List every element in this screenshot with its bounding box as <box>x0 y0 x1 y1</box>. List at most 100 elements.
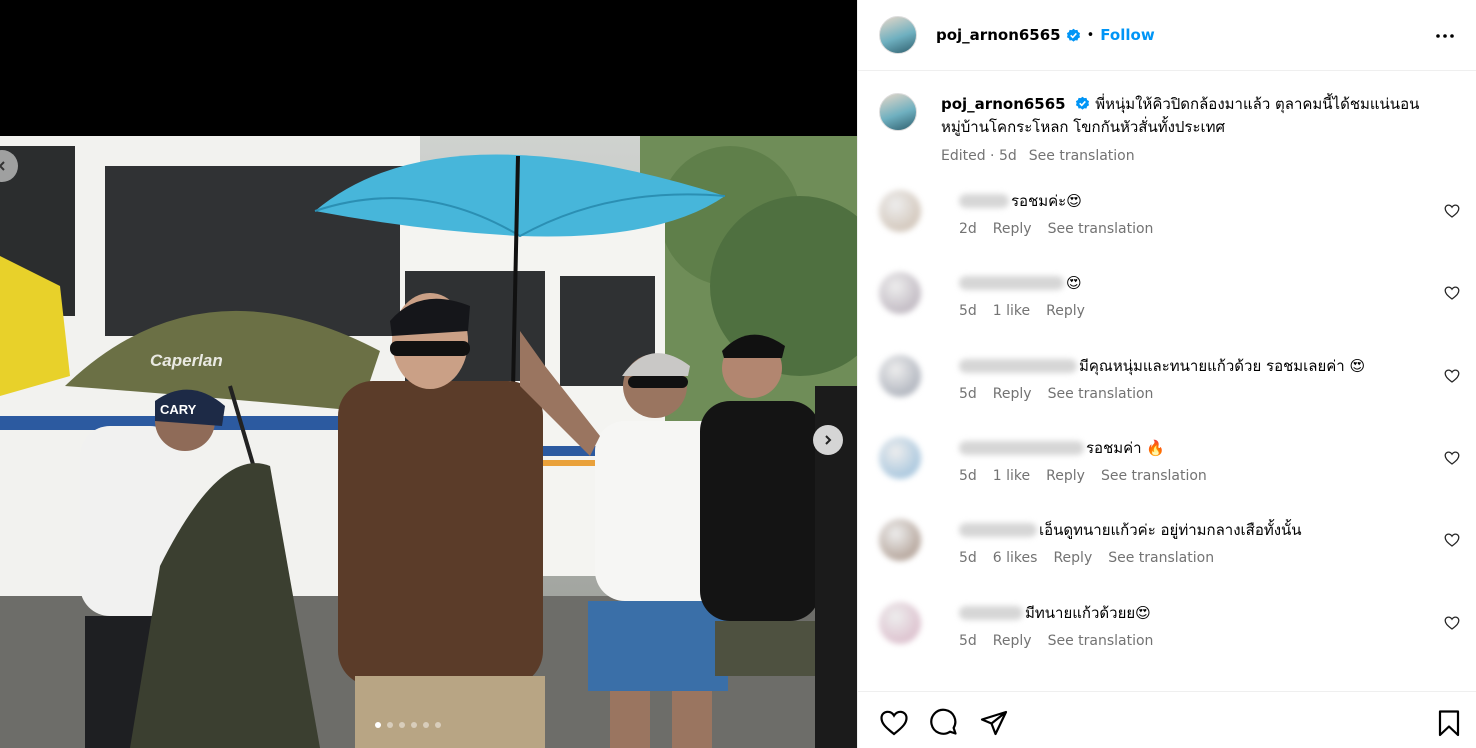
caption-edited-time: Edited · 5d <box>941 148 1017 164</box>
caption-avatar[interactable] <box>879 93 917 131</box>
save-button[interactable] <box>1434 708 1464 738</box>
more-options-icon <box>1436 34 1454 38</box>
comment-line: รอชมค่ะ😍 <box>959 190 1429 212</box>
comment-time: 5d <box>959 468 977 484</box>
commenter-avatar[interactable] <box>879 190 921 232</box>
commenter-username-blurred[interactable] <box>959 606 1023 620</box>
comment-button[interactable] <box>929 708 959 738</box>
commenter-avatar[interactable] <box>879 602 921 644</box>
comment-reply-button[interactable]: Reply <box>993 633 1032 649</box>
comment-time: 5d <box>959 550 977 566</box>
comment-see-translation[interactable]: See translation <box>1101 468 1207 484</box>
comment-meta: 5d 1 like Reply <box>959 303 1429 319</box>
comment-item: มีคุณหนุ่มและทนายแก้วด้วย รอชมเลยค่า 😍 5d… <box>879 355 1469 415</box>
comment-see-translation[interactable]: See translation <box>1048 633 1154 649</box>
comment-reply-button[interactable]: Reply <box>993 386 1032 402</box>
share-icon <box>980 710 1008 736</box>
photo-illustration: Caperlan CARY <box>0 136 857 748</box>
comment-text: รอชมค่ะ😍 <box>1011 192 1082 210</box>
follow-button[interactable]: Follow <box>1100 26 1154 44</box>
comment-line: 😍 <box>959 272 1429 294</box>
comment-line: มีทนายแก้วด้วยย😍 <box>959 602 1429 624</box>
comment-reply-button[interactable]: Reply <box>1046 303 1085 319</box>
comment-like-heart-icon[interactable] <box>1444 532 1460 548</box>
comment-line: รอชมค่า 🔥 <box>959 437 1429 459</box>
commenter-username-blurred[interactable] <box>959 194 1009 208</box>
comment-text: มีคุณหนุ่มและทนายแก้วด้วย รอชมเลยค่า 😍 <box>1079 357 1366 375</box>
commenter-username-blurred[interactable] <box>959 359 1077 373</box>
comment-text: รอชมค่า 🔥 <box>1086 439 1166 457</box>
comment-reply-button[interactable]: Reply <box>1053 550 1092 566</box>
comment-see-translation[interactable]: See translation <box>1108 550 1214 566</box>
more-options-button[interactable] <box>1433 24 1457 48</box>
comment-see-translation[interactable]: See translation <box>1048 386 1154 402</box>
caption-username[interactable]: poj_arnon6565 <box>941 95 1066 113</box>
comment-line: เอ็นดูทนายแก้วค่ะ อยู่ท่ามกลางเสือทั้งนั… <box>959 519 1429 541</box>
carousel-dot <box>375 722 381 728</box>
comment-time: 2d <box>959 221 977 237</box>
carousel-indicator <box>375 722 441 728</box>
carousel-dot <box>411 722 417 728</box>
comment-body: รอชมค่ะ😍 2d Reply See translation <box>959 190 1429 250</box>
comment-item: รอชมค่ะ😍 2d Reply See translation <box>879 190 1469 250</box>
next-photo-button[interactable] <box>813 425 843 455</box>
umbrella-brand-text: Caperlan <box>150 351 223 370</box>
chevron-left-icon <box>0 161 5 171</box>
commenter-username-blurred[interactable] <box>959 441 1084 455</box>
comment-body: เอ็นดูทนายแก้วค่ะ อยู่ท่ามกลางเสือทั้งนั… <box>959 519 1429 579</box>
comment-like-heart-icon[interactable] <box>1444 368 1460 384</box>
comment-body: มีคุณหนุ่มและทนายแก้วด้วย รอชมเลยค่า 😍 5d… <box>959 355 1429 415</box>
comment-like-heart-icon[interactable] <box>1444 615 1460 631</box>
commenter-avatar[interactable] <box>879 355 921 397</box>
post-caption: poj_arnon6565 พี่หนุ่มให้คิวปิดกล้องมาแล… <box>879 93 1459 168</box>
comment-body: 😍 5d 1 like Reply <box>959 272 1429 332</box>
verified-badge-icon <box>1076 96 1090 110</box>
post-viewer: Caperlan CARY poj_arnon6565 • Follow poj… <box>0 0 1476 748</box>
comment-text: เอ็นดูทนายแก้วค่ะ อยู่ท่ามกลางเสือทั้งนั… <box>1039 521 1302 539</box>
heart-icon <box>880 710 908 736</box>
commenter-avatar[interactable] <box>879 272 921 314</box>
carousel-dot <box>435 722 441 728</box>
commenter-avatar[interactable] <box>879 519 921 561</box>
comment-icon <box>930 708 957 735</box>
comments-scroll-area[interactable]: poj_arnon6565 พี่หนุ่มให้คิวปิดกล้องมาแล… <box>858 72 1476 691</box>
comment-item: มีทนายแก้วด้วยย😍 5d Reply See translation <box>879 602 1469 662</box>
comment-likes[interactable]: 1 like <box>993 303 1030 319</box>
carousel-dot <box>399 722 405 728</box>
comment-line: มีคุณหนุ่มและทนายแก้วด้วย รอชมเลยค่า 😍 <box>959 355 1429 377</box>
comment-body: มีทนายแก้วด้วยย😍 5d Reply See translation <box>959 602 1429 662</box>
commenter-username-blurred[interactable] <box>959 276 1064 290</box>
chevron-right-icon <box>825 435 832 445</box>
comment-like-heart-icon[interactable] <box>1444 285 1460 301</box>
comment-time: 5d <box>959 633 977 649</box>
comment-reply-button[interactable]: Reply <box>1046 468 1085 484</box>
comment-meta: 2d Reply See translation <box>959 221 1429 237</box>
caption-meta: Edited · 5d See translation <box>941 145 1451 168</box>
action-bar <box>858 691 1476 748</box>
author-username[interactable]: poj_arnon6565 <box>936 26 1061 44</box>
carousel-dot <box>423 722 429 728</box>
post-photo: Caperlan CARY <box>0 136 857 748</box>
comment-body: รอชมค่า 🔥 5d 1 like Reply See translation <box>959 437 1429 497</box>
post-media: Caperlan CARY <box>0 0 857 748</box>
share-button[interactable] <box>979 708 1009 738</box>
comment-like-heart-icon[interactable] <box>1444 203 1460 219</box>
commenter-avatar[interactable] <box>879 437 921 479</box>
author-avatar[interactable] <box>879 16 917 54</box>
commenter-username-blurred[interactable] <box>959 523 1037 537</box>
comment-time: 5d <box>959 386 977 402</box>
comment-item: 😍 5d 1 like Reply <box>879 272 1469 332</box>
comment-item: รอชมค่า 🔥 5d 1 like Reply See translation <box>879 437 1469 497</box>
comment-reply-button[interactable]: Reply <box>993 221 1032 237</box>
carousel-dot <box>387 722 393 728</box>
comment-meta: 5d 1 like Reply See translation <box>959 468 1429 484</box>
comment-likes[interactable]: 1 like <box>993 468 1030 484</box>
like-button[interactable] <box>879 708 909 738</box>
comment-meta: 5d Reply See translation <box>959 633 1429 649</box>
caption-see-translation[interactable]: See translation <box>1029 145 1135 168</box>
comment-like-heart-icon[interactable] <box>1444 450 1460 466</box>
bookmark-icon <box>1438 710 1460 737</box>
comment-meta: 5d Reply See translation <box>959 386 1429 402</box>
comment-likes[interactable]: 6 likes <box>993 550 1038 566</box>
comment-see-translation[interactable]: See translation <box>1048 221 1154 237</box>
